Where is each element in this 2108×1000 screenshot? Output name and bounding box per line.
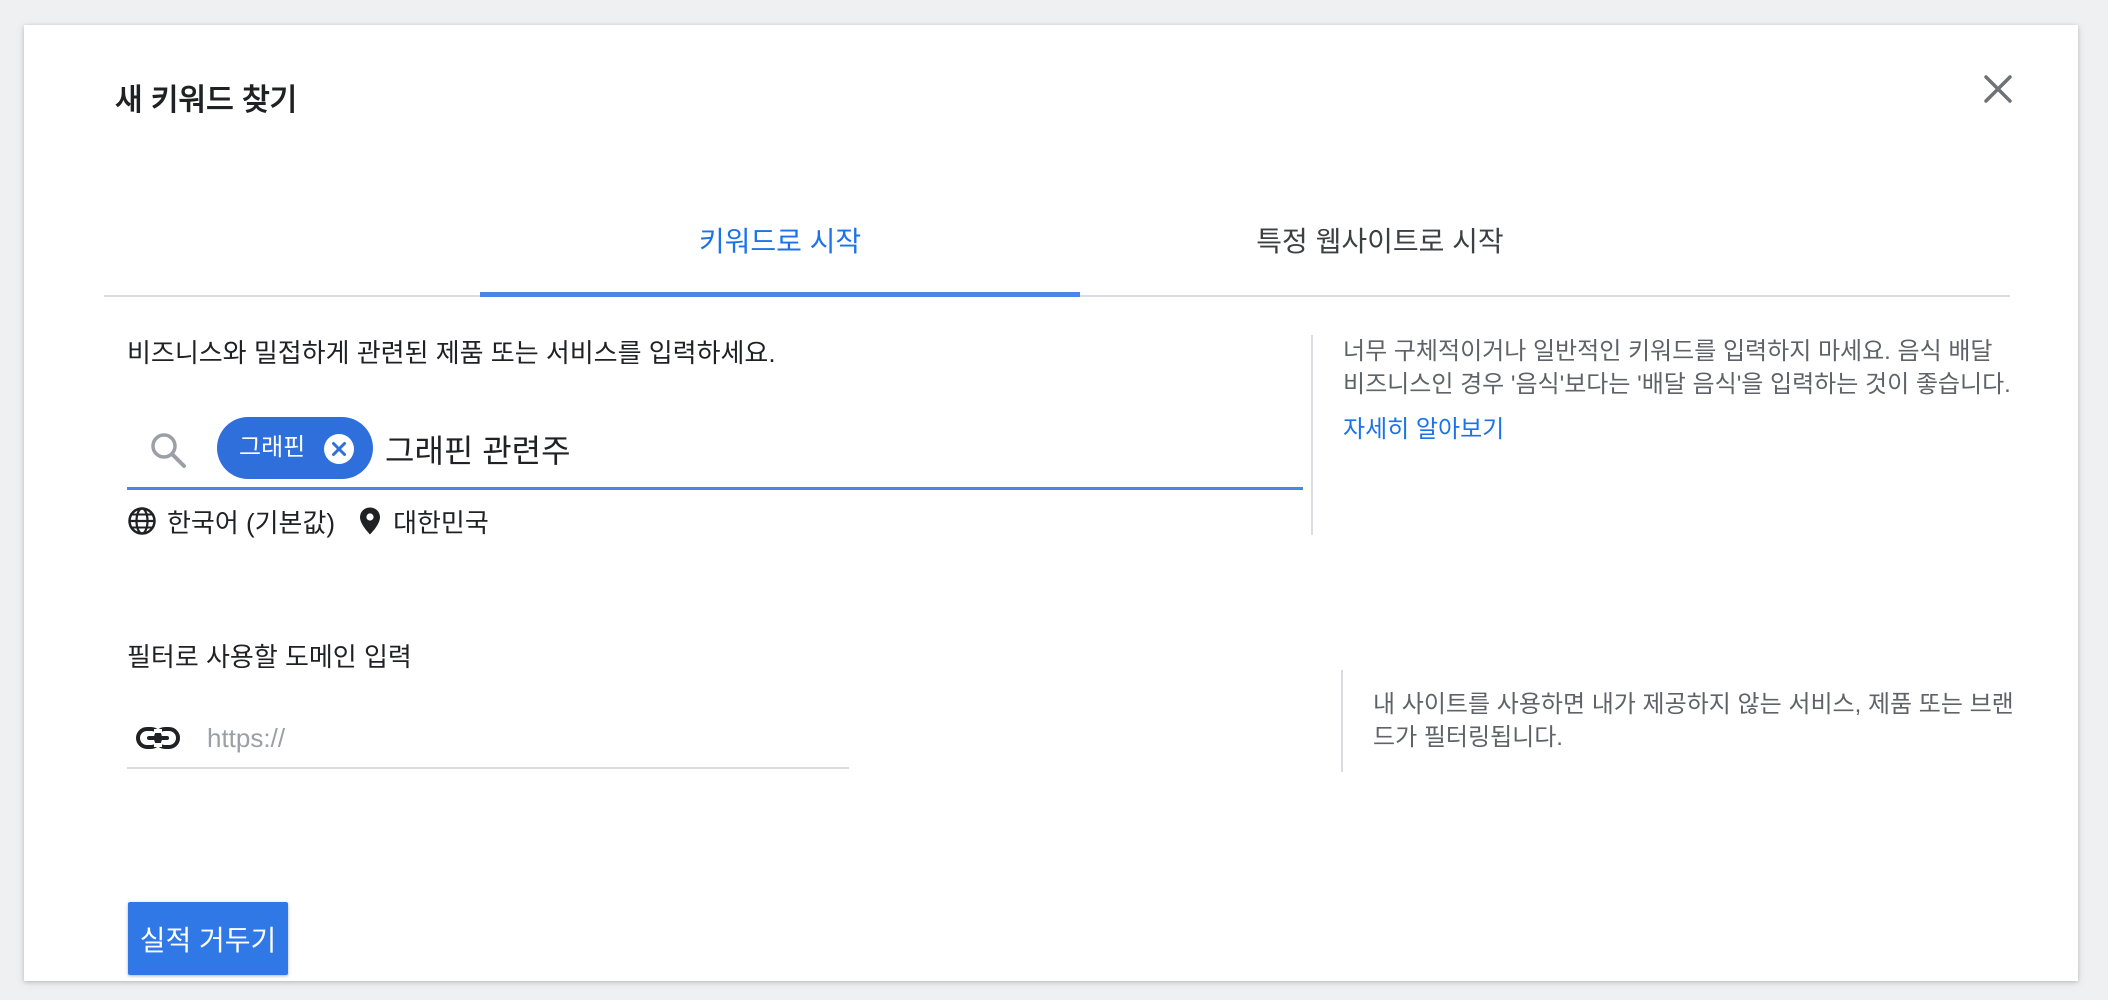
get-results-button[interactable]: 실적 거두기 [128,902,288,975]
search-icon [151,433,186,468]
keyword-tip-text: 너무 구체적이거나 일반적인 키워드를 입력하지 마세요. 음식 배달 비즈니스… [1343,338,2011,398]
domain-section-label: 필터로 사용할 도메인 입력 [127,642,412,672]
location-selector[interactable]: 대한민국 [357,503,489,540]
dialog-title: 새 키워드 찾기 [115,84,298,117]
learn-more-link[interactable]: 자세히 알아보기 [1343,413,1504,446]
location-label: 대한민국 [393,507,489,538]
keyword-chip[interactable]: 그래핀 [217,417,373,479]
domain-tip-panel: 내 사이트를 사용하면 내가 제공하지 않는 서비스, 제품 또는 브랜드가 필… [1341,670,2021,772]
globe-icon [128,507,156,535]
close-icon [1984,75,2012,103]
keyword-dialog: 새 키워드 찾기 키워드로 시작 특정 웹사이트로 시작 비즈니스와 밀접하게 … [24,25,2078,981]
link-icon [136,727,180,749]
chip-remove-button[interactable] [323,433,355,465]
domain-tip-text: 내 사이트를 사용하면 내가 제공하지 않는 서비스, 제품 또는 브랜드가 필… [1373,691,2014,751]
close-button[interactable] [1974,65,2022,113]
keyword-section-label: 비즈니스와 밀접하게 관련된 제품 또는 서비스를 입력하세요. [127,338,776,368]
keyword-input[interactable] [385,419,1285,479]
keyword-chip-label: 그래핀 [239,434,306,461]
tab-label: 특정 웹사이트로 시작 [1256,226,1504,257]
tab-start-with-keywords[interactable]: 키워드로 시작 [480,185,1080,297]
targeting-row: 한국어 (기본값) 대한민국 [127,501,489,541]
language-selector[interactable]: 한국어 (기본값) [127,503,335,540]
tab-bar: 키워드로 시작 특정 웹사이트로 시작 [104,185,2010,297]
tab-start-with-website[interactable]: 특정 웹사이트로 시작 [1080,185,1680,295]
keyword-tip-panel: 너무 구체적이거나 일반적인 키워드를 입력하지 마세요. 음식 배달 비즈니스… [1311,335,2021,535]
location-pin-icon [360,507,381,535]
language-label: 한국어 (기본값) [167,507,336,538]
keyword-input-field[interactable]: 그래핀 [127,411,1303,490]
domain-input[interactable] [207,713,827,763]
tab-label: 키워드로 시작 [698,226,862,257]
domain-input-field[interactable] [127,709,849,769]
close-circle-icon [324,434,354,464]
